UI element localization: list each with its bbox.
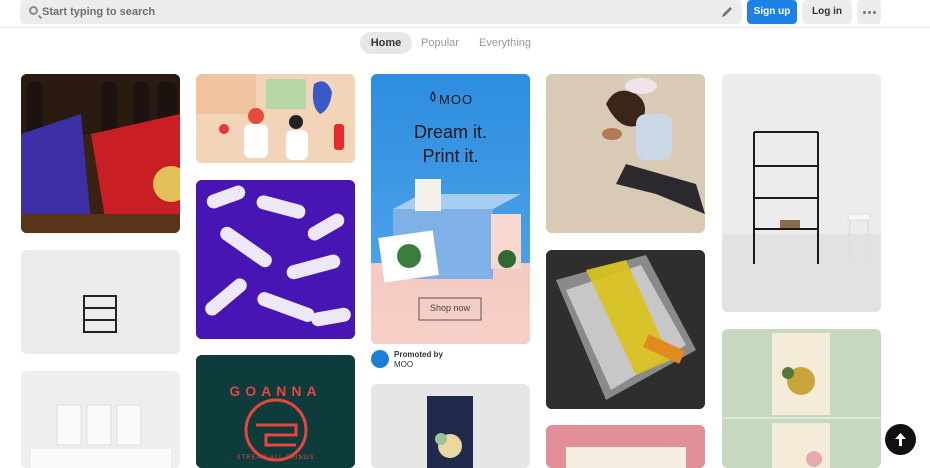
moo-shop-now-button[interactable]: Shop now xyxy=(419,303,481,313)
search-icon xyxy=(29,6,38,15)
pin-image xyxy=(371,384,530,468)
pin-image xyxy=(21,371,180,468)
top-bar: Sign up Log in xyxy=(0,0,930,28)
search-bar[interactable] xyxy=(20,0,742,24)
pin-cards-display[interactable] xyxy=(21,371,180,468)
tab-home[interactable]: Home xyxy=(360,32,412,54)
moo-headline-1: Dream it. xyxy=(413,122,487,142)
pin-image xyxy=(21,250,180,354)
pin-image xyxy=(722,329,881,468)
promoted-by-label: Promoted by xyxy=(394,350,443,359)
scroll-to-top-button[interactable] xyxy=(885,424,916,455)
pin-image xyxy=(546,250,705,409)
pin-goanna[interactable]: GOANNA STREAM ALL THINGS xyxy=(196,355,355,468)
dot-icon xyxy=(863,11,866,14)
pin-image xyxy=(546,425,705,468)
pencil-icon[interactable] xyxy=(720,5,734,19)
arrow-up-icon xyxy=(895,433,906,446)
moo-brand: MOO xyxy=(439,92,474,107)
more-options-button[interactable] xyxy=(857,0,881,24)
pin-image xyxy=(196,355,355,468)
pin-image xyxy=(196,180,355,339)
pin-image xyxy=(722,74,881,312)
advertiser-name[interactable]: MOO xyxy=(394,360,413,369)
pin-image xyxy=(546,74,705,233)
pin-tall-shelf[interactable] xyxy=(722,74,881,312)
signup-button[interactable]: Sign up xyxy=(747,0,797,24)
goanna-subtitle: STREAM ALL THINGS xyxy=(236,455,315,461)
goanna-title: GOANNA xyxy=(229,383,322,399)
login-button[interactable]: Log in xyxy=(802,0,852,24)
pin-purple-stickers[interactable] xyxy=(196,180,355,339)
tab-everything[interactable]: Everything xyxy=(474,32,536,54)
dot-icon xyxy=(868,11,871,14)
pin-floral-card[interactable] xyxy=(371,384,530,468)
dot-icon xyxy=(873,11,876,14)
search-input[interactable] xyxy=(42,3,702,21)
pin-moo-ad[interactable]: MOO Dream it. Print it. Shop now xyxy=(371,74,530,344)
pin-image xyxy=(196,74,355,163)
pin-pink-card[interactable] xyxy=(546,425,705,468)
moo-headline-2: Print it. xyxy=(422,146,479,166)
pin-image xyxy=(21,74,180,233)
tab-popular[interactable]: Popular xyxy=(416,32,464,54)
pin-small-shelf[interactable] xyxy=(21,250,180,354)
pin-woman-sitting[interactable] xyxy=(546,74,705,233)
pin-screen-printing[interactable] xyxy=(546,250,705,409)
pin-beer-bottles[interactable] xyxy=(21,74,180,233)
advertiser-avatar[interactable] xyxy=(371,350,389,368)
pin-illustration-couple[interactable] xyxy=(196,74,355,163)
pin-green-cards[interactable] xyxy=(722,329,881,468)
